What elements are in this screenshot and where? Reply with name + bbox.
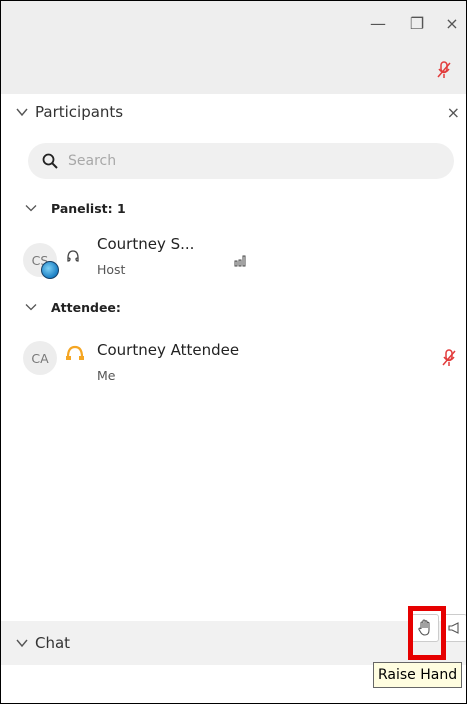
highlight-box [408, 606, 446, 660]
muted-mic-icon[interactable] [437, 61, 451, 83]
title-bar: — ❐ × [1, 1, 466, 94]
megaphone-icon [448, 622, 459, 634]
attendee-group-header[interactable]: Attendee: [1, 295, 121, 319]
close-participants-button[interactable]: × [447, 103, 460, 122]
search-input[interactable] [66, 152, 430, 170]
search-icon [42, 153, 58, 169]
search-box[interactable] [28, 143, 454, 179]
chat-header[interactable]: Chat [1, 625, 466, 661]
restore-button[interactable]: ❐ [406, 13, 428, 35]
participant-row-me[interactable]: CA Courtney Attendee Me [1, 331, 466, 385]
audio-level-icon [234, 255, 246, 267]
participant-name: Courtney Attendee [97, 341, 240, 359]
chat-title: Chat [35, 634, 71, 652]
participant-row-host[interactable]: CS Courtney S... Host [1, 233, 466, 287]
headset-active-icon [66, 345, 84, 360]
attendee-group-label: Attendee: [51, 299, 121, 315]
participant-role: Host [97, 262, 126, 277]
muted-mic-icon[interactable] [442, 349, 456, 371]
chevron-down-icon [16, 108, 28, 117]
participants-header[interactable]: Participants × [1, 94, 466, 130]
chevron-down-icon [25, 205, 37, 212]
chevron-down-icon [16, 639, 28, 648]
close-window-button[interactable]: × [441, 13, 463, 35]
participants-window: — ❐ × Participants × Panelist: 1 [0, 0, 467, 704]
chevron-down-icon [25, 304, 37, 311]
headset-icon [67, 250, 79, 262]
panelist-group-label: Panelist: 1 [51, 200, 126, 216]
panelist-group-header[interactable]: Panelist: 1 [1, 196, 126, 220]
raise-hand-tooltip: Raise Hand [373, 662, 463, 688]
minimize-button[interactable]: — [367, 13, 389, 35]
participants-title: Participants [35, 103, 124, 121]
avatar: CA [23, 341, 57, 375]
globe-icon [41, 261, 59, 279]
participant-name: Courtney S... [97, 235, 195, 253]
participant-role: Me [97, 368, 116, 383]
